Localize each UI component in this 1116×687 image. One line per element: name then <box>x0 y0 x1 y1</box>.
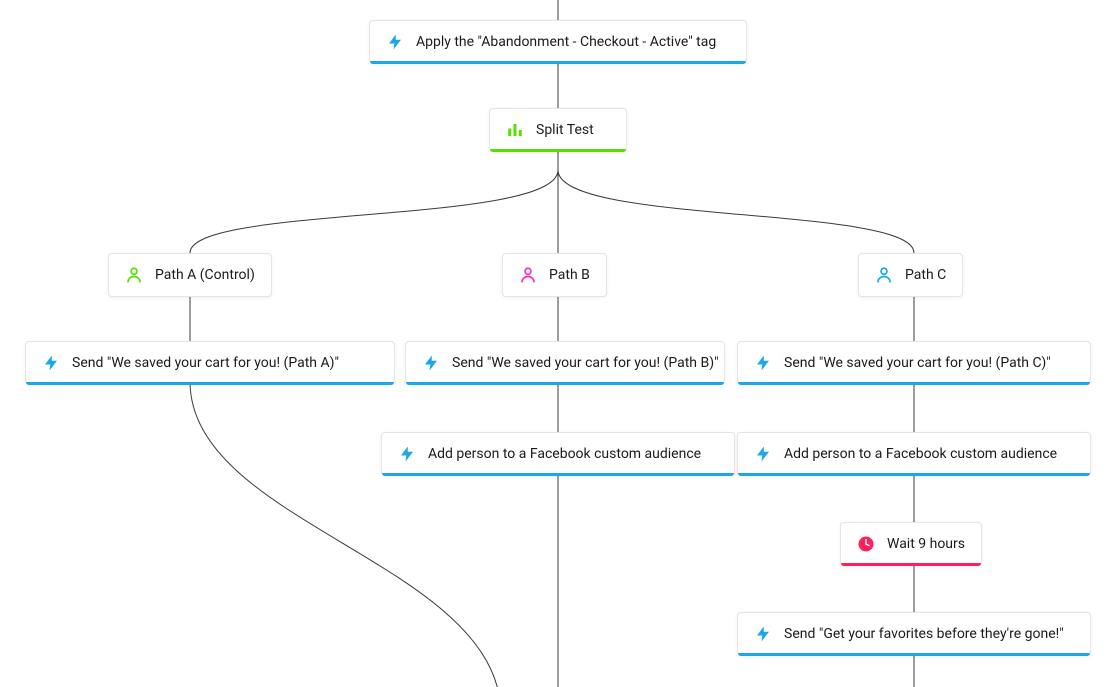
facebook-audience-b-node[interactable]: Add person to a Facebook custom audience <box>381 432 735 476</box>
lightning-icon <box>42 354 60 372</box>
lightning-icon <box>422 354 440 372</box>
wait-node[interactable]: Wait 9 hours <box>840 522 982 566</box>
send-favorites-node[interactable]: Send "Get your favorites before they're … <box>737 612 1091 656</box>
person-icon <box>125 266 143 284</box>
send-path-b-label: Send "We saved your cart for you! (Path … <box>452 355 719 371</box>
path-c-label: Path C <box>905 267 946 283</box>
send-path-b-node[interactable]: Send "We saved your cart for you! (Path … <box>405 341 725 385</box>
wait-label: Wait 9 hours <box>887 536 965 552</box>
send-path-a-node[interactable]: Send "We saved your cart for you! (Path … <box>25 341 395 385</box>
path-c-node[interactable]: Path C <box>858 253 963 297</box>
apply-tag-node[interactable]: Apply the "Abandonment - Checkout - Acti… <box>369 20 747 64</box>
path-b-node[interactable]: Path B <box>502 253 607 297</box>
split-test-label: Split Test <box>536 122 594 138</box>
send-path-c-node[interactable]: Send "We saved your cart for you! (Path … <box>737 341 1091 385</box>
send-path-c-label: Send "We saved your cart for you! (Path … <box>784 355 1051 371</box>
lightning-icon <box>754 354 772 372</box>
send-path-a-label: Send "We saved your cart for you! (Path … <box>72 355 339 371</box>
send-favorites-label: Send "Get your favorites before they're … <box>784 626 1064 642</box>
path-a-label: Path A (Control) <box>155 267 255 283</box>
bar-chart-icon <box>506 121 524 139</box>
split-test-node[interactable]: Split Test <box>489 108 627 152</box>
path-b-label: Path B <box>549 267 590 283</box>
person-icon <box>519 266 537 284</box>
lightning-icon <box>754 445 772 463</box>
lightning-icon <box>386 33 404 51</box>
path-a-node[interactable]: Path A (Control) <box>108 253 272 297</box>
apply-tag-label: Apply the "Abandonment - Checkout - Acti… <box>416 34 716 50</box>
lightning-icon <box>754 625 772 643</box>
lightning-icon <box>398 445 416 463</box>
facebook-audience-c-label: Add person to a Facebook custom audience <box>784 446 1057 462</box>
facebook-audience-c-node[interactable]: Add person to a Facebook custom audience <box>737 432 1091 476</box>
person-icon <box>875 266 893 284</box>
clock-icon <box>857 535 875 553</box>
facebook-audience-b-label: Add person to a Facebook custom audience <box>428 446 701 462</box>
